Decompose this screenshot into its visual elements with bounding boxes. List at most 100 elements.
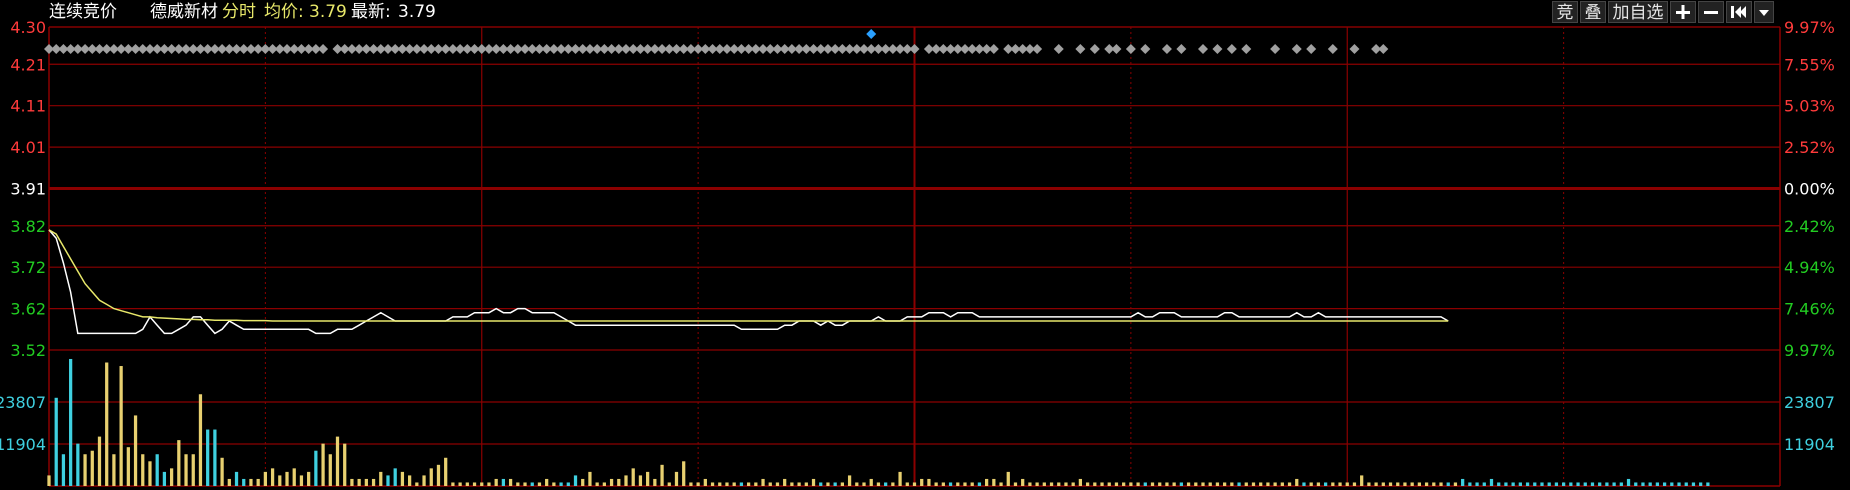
volume-bar (357, 478, 361, 486)
volume-bar (674, 471, 679, 486)
volume-bar (1114, 482, 1119, 486)
volume-bar (912, 482, 917, 486)
volume-bar (609, 478, 614, 486)
volume-bar (1432, 482, 1436, 486)
volume-bar (234, 471, 239, 486)
trade-marker-icon (1306, 44, 1317, 54)
volume-bar (169, 468, 174, 486)
volume-bar (415, 482, 419, 486)
price-tick-label: 4.11 (10, 97, 46, 116)
volume-bar (47, 475, 51, 486)
volume-bar (1468, 482, 1472, 486)
price-tick-label: 3.91 (10, 180, 46, 199)
pct-tick-label: 7.55% (1784, 55, 1835, 74)
volume-bar (307, 471, 311, 486)
volume-bar (1497, 482, 1501, 486)
volume-bar (963, 482, 967, 486)
volume-bar (1208, 482, 1212, 486)
volume-bar (948, 482, 953, 486)
volume-bar (970, 482, 974, 486)
volume-bar (1619, 482, 1623, 486)
trade-marker-icon (1327, 44, 1338, 54)
volume-bar (126, 447, 130, 486)
volume-bar (1165, 482, 1169, 486)
volume-bar (1172, 482, 1176, 486)
trade-marker-icon (1075, 44, 1086, 54)
volume-bar (638, 475, 643, 486)
volume-bar (573, 475, 578, 486)
volume-bar (1259, 482, 1263, 486)
trade-marker-icon (1349, 44, 1360, 54)
volume-bar (1360, 475, 1364, 486)
intraday-chart[interactable]: 4.30 9.97% 4.21 7.55% 4.11 5.03% 4.01 2.52% 3.91… (0, 0, 1850, 490)
volume-bar (1093, 482, 1097, 486)
volume-bar (292, 468, 296, 486)
volume-bar (761, 478, 765, 486)
volume-bar (1417, 482, 1421, 486)
volume-bar (934, 482, 938, 486)
volume-bar (862, 482, 866, 486)
volume-bar (977, 482, 982, 486)
volume-bar (1590, 482, 1595, 486)
volume-bar (350, 478, 354, 486)
volume-bar (133, 415, 138, 486)
volume-bar (1525, 482, 1530, 486)
trade-marker-icon (1111, 44, 1122, 54)
volume-bar (1562, 482, 1566, 486)
volume-bar (393, 468, 397, 486)
volume-bar (444, 457, 448, 486)
volume-bar (112, 454, 116, 486)
volume-bar (1006, 471, 1010, 486)
volume-bar (1085, 482, 1090, 486)
volume-bar (920, 478, 924, 486)
volume-bar (790, 482, 794, 486)
price-tick-label: 3.52 (10, 341, 46, 360)
volume-bar (83, 454, 87, 486)
volume-bar (941, 482, 945, 486)
volume-bar (278, 475, 282, 486)
volume-bar (242, 478, 246, 486)
volume-bar (1554, 482, 1559, 486)
volume-bar (1691, 482, 1696, 486)
volume-bar (1035, 482, 1039, 486)
chart-grid (48, 26, 1781, 487)
volume-bar (328, 454, 332, 486)
trade-marker-icon (1291, 44, 1302, 54)
volume-bar (869, 478, 873, 486)
volume-bar (54, 397, 58, 486)
volume-bar (1309, 482, 1313, 486)
volume-bar (1626, 478, 1631, 486)
volume-bar (314, 450, 318, 486)
volume-bar (184, 454, 188, 486)
volume-bar (689, 482, 693, 486)
trade-marker-icon (318, 44, 329, 54)
trade-marker-icon (988, 44, 999, 54)
volume-bar (256, 478, 260, 486)
volume-bar (653, 478, 657, 486)
volume-bar (119, 366, 123, 486)
volume-tick-label-right: 11904 (1784, 435, 1835, 454)
volume-bar (1576, 482, 1580, 486)
volume-bar (1677, 482, 1681, 486)
volume-bar (545, 478, 549, 486)
volume-bar (1186, 482, 1191, 486)
volume-bar (1605, 482, 1609, 486)
volume-bar (422, 475, 426, 486)
volume-bar (725, 482, 729, 486)
price-tick-label: 4.01 (10, 138, 46, 157)
volume-bar (819, 482, 823, 486)
volume-bar (840, 482, 844, 486)
volume-bar (811, 478, 816, 486)
volume-bar (1670, 482, 1674, 486)
volume-bar (494, 478, 498, 486)
volume-bar (1381, 482, 1385, 486)
volume-bar (826, 482, 830, 486)
volume-bar (797, 482, 801, 486)
volume-bar (1064, 482, 1068, 486)
volume-bar (1057, 482, 1061, 486)
volume-bar (1410, 482, 1414, 486)
volume-bar (1396, 482, 1400, 486)
volume-bar (1078, 478, 1083, 486)
volume-bar (1158, 482, 1162, 486)
volume-bar (783, 478, 787, 486)
